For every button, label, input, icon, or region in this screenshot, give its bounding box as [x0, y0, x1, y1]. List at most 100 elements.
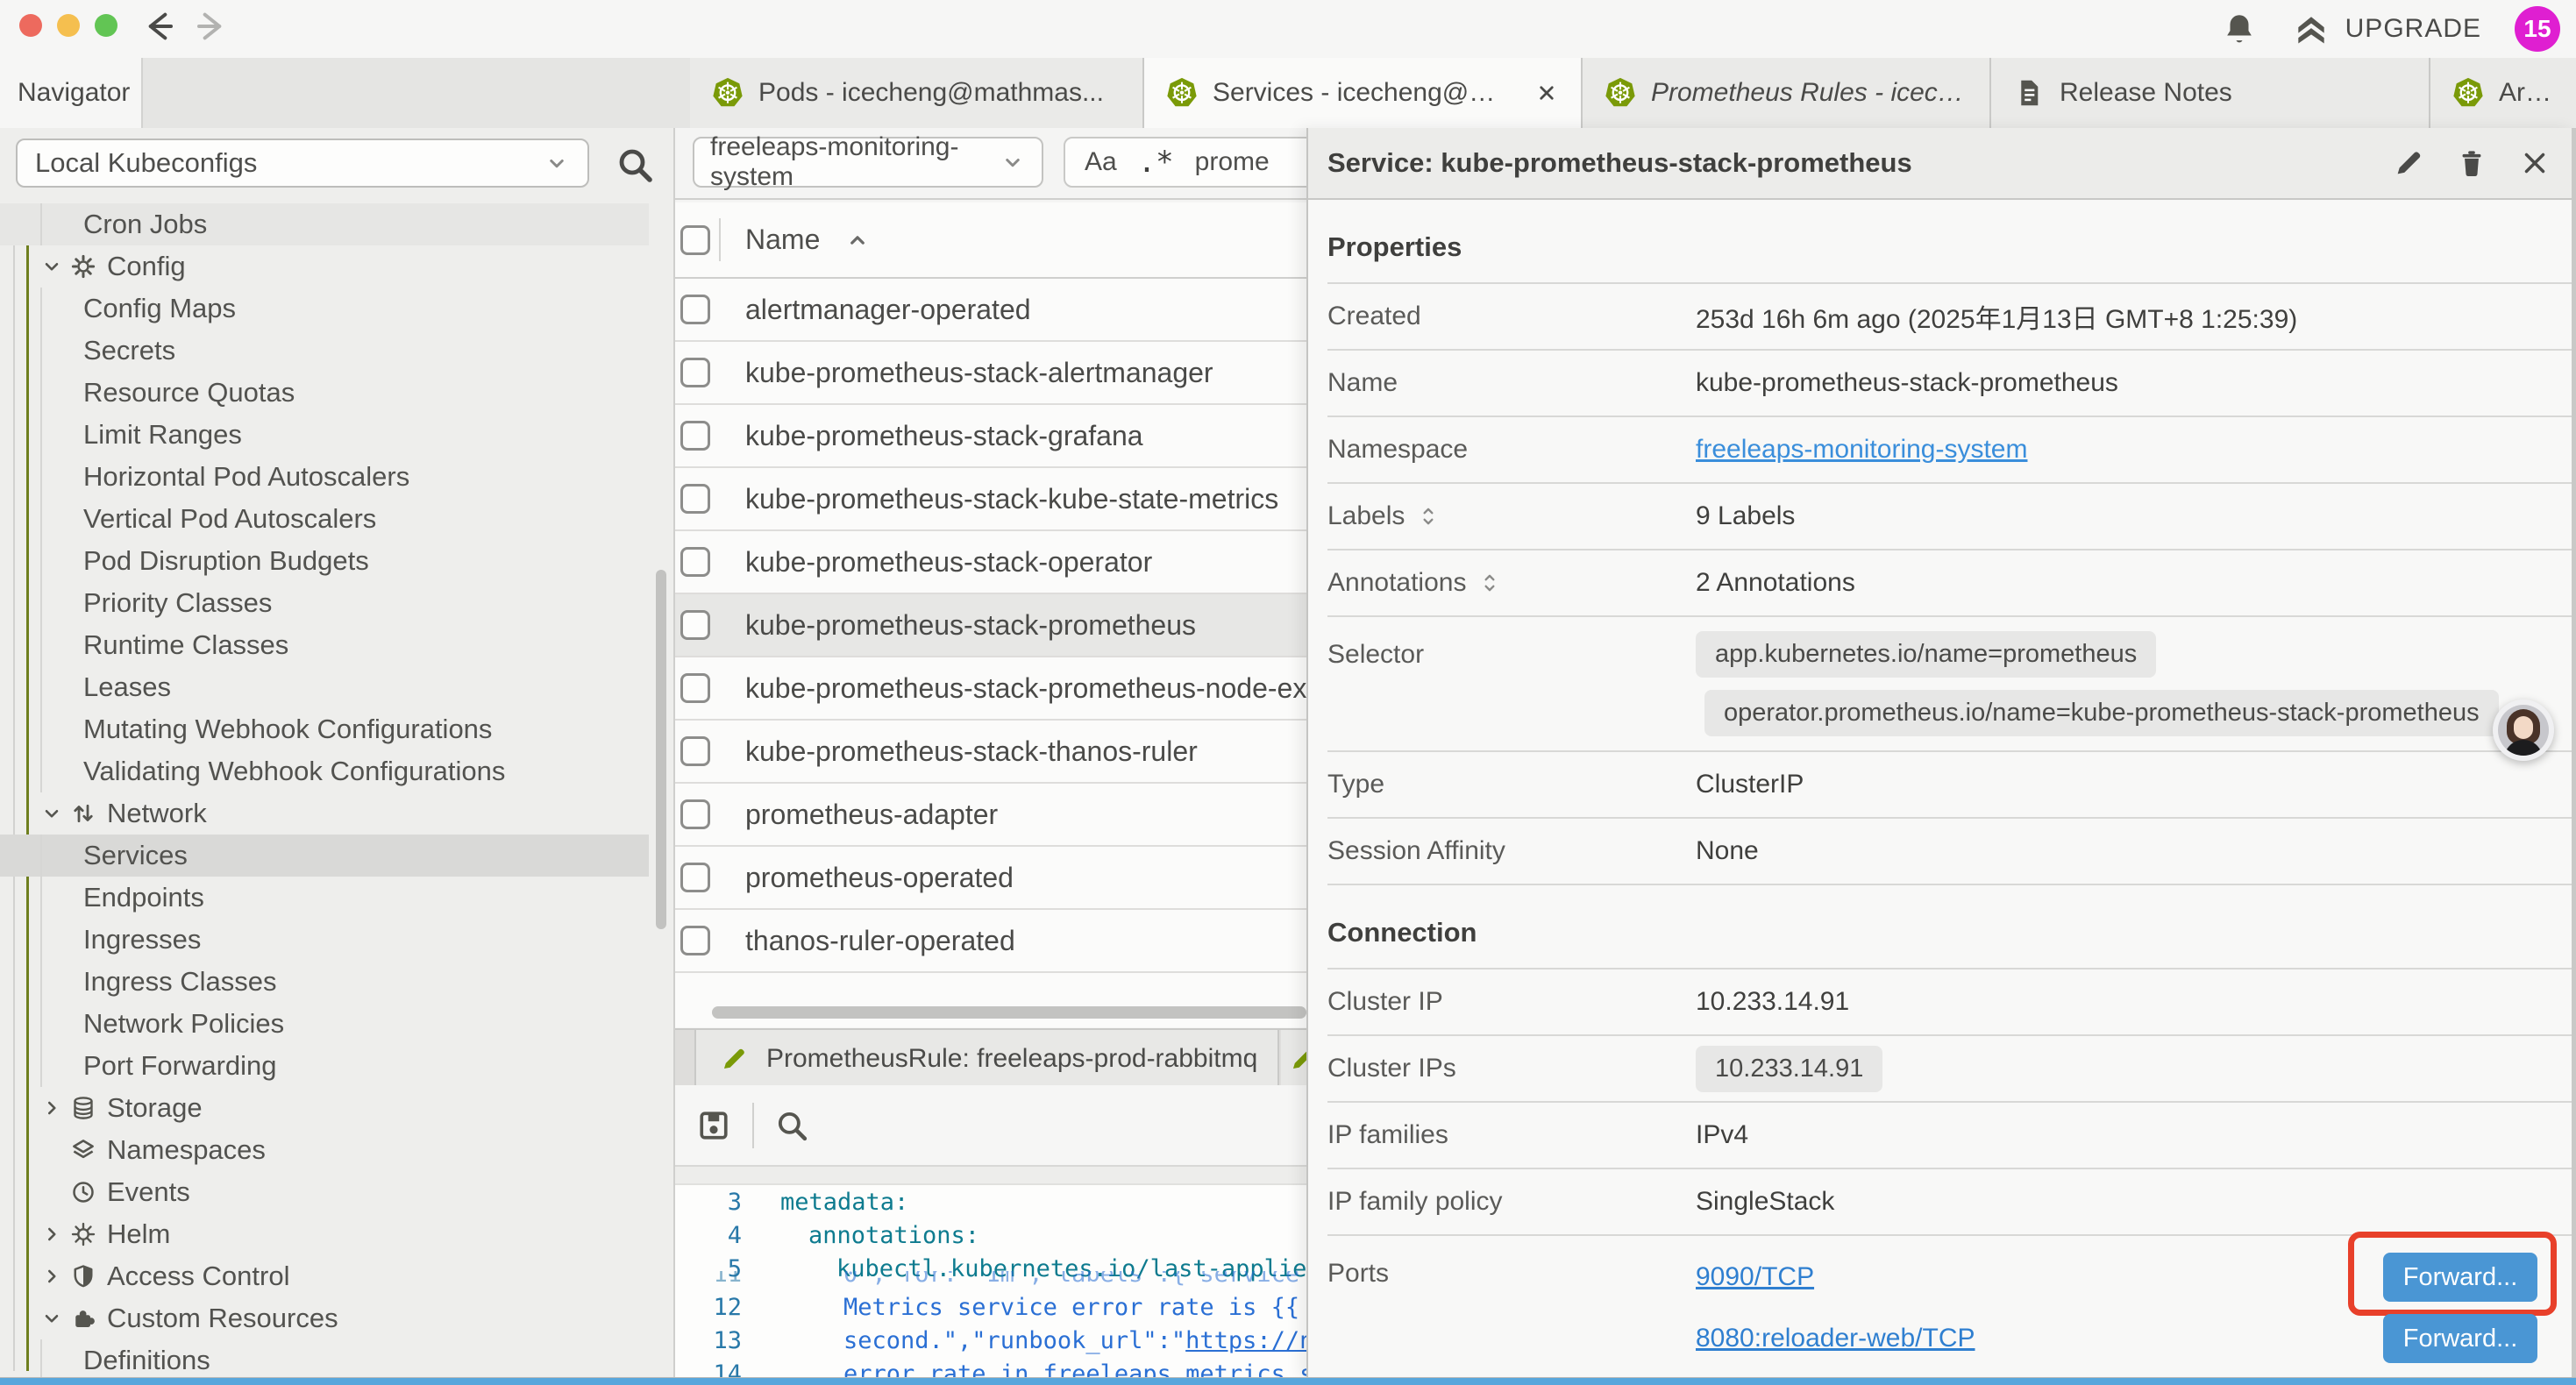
expand-toggle-icon[interactable]: [1478, 572, 1501, 594]
yaml-editor[interactable]: 3metadata:4annotations:5kubectl.kubernet…: [675, 1185, 1306, 1378]
table-row[interactable]: alertmanager-operated: [675, 279, 1306, 342]
save-icon[interactable]: [694, 1106, 733, 1145]
chevron-down-icon[interactable]: [40, 1307, 63, 1330]
tab-pods-icecheng-mathmas[interactable]: Pods - icecheng@mathmas...: [690, 58, 1144, 128]
editor-fold-strip[interactable]: [675, 1167, 1306, 1185]
sidebar-item-secrets[interactable]: Secrets: [0, 330, 649, 372]
sidebar-item-pod-disruption-budgets[interactable]: Pod Disruption Budgets: [0, 540, 649, 582]
bell-icon[interactable]: [2221, 11, 2258, 47]
namespace-link[interactable]: freeleaps-monitoring-system: [1696, 435, 2027, 464]
sidebar-item-network-policies[interactable]: Network Policies: [0, 1003, 649, 1045]
sidebar-item-events[interactable]: Events: [0, 1171, 649, 1213]
sidebar-item-horizontal-pod-autoscalers[interactable]: Horizontal Pod Autoscalers: [0, 456, 649, 498]
sort-asc-icon[interactable]: [844, 227, 871, 253]
row-checkbox[interactable]: [680, 295, 710, 324]
chevron-down-icon[interactable]: [40, 255, 63, 278]
close-tab-icon[interactable]: [1534, 80, 1560, 106]
namespace-select[interactable]: freeleaps-monitoring-system: [693, 137, 1043, 188]
table-row[interactable]: kube-prometheus-stack-kube-state-metrics: [675, 468, 1306, 531]
forward-arrow-icon[interactable]: [195, 9, 230, 44]
select-all-checkbox[interactable]: [680, 225, 710, 255]
port-link[interactable]: 9090/TCP: [1696, 1262, 2383, 1292]
name-column-header[interactable]: Name: [745, 224, 820, 256]
row-checkbox[interactable]: [680, 799, 710, 829]
sidebar-item-port-forwarding[interactable]: Port Forwarding: [0, 1045, 649, 1087]
trash-icon[interactable]: [2455, 146, 2488, 180]
sidebar-item-mutating-webhook-configurations[interactable]: Mutating Webhook Configurations: [0, 708, 649, 750]
close-window-button[interactable]: [19, 14, 42, 37]
table-row[interactable]: thanos-ruler-operated: [675, 910, 1306, 973]
row-checkbox[interactable]: [680, 673, 710, 703]
sidebar-item-access-control[interactable]: Access Control: [0, 1255, 649, 1297]
row-checkbox[interactable]: [680, 421, 710, 451]
sidebar-item-network[interactable]: Network: [0, 792, 649, 835]
sidebar-item-endpoints[interactable]: Endpoints: [0, 877, 649, 919]
row-checkbox[interactable]: [680, 610, 710, 640]
editor-tab-next-partial[interactable]: [1281, 1030, 1306, 1087]
tab-release-notes[interactable]: Release Notes: [1991, 58, 2430, 128]
table-row[interactable]: prometheus-operated: [675, 847, 1306, 910]
kubeconfig-select[interactable]: Local Kubeconfigs: [16, 138, 589, 188]
upgrade-button[interactable]: UPGRADE: [2291, 10, 2481, 48]
sidebar-item-services[interactable]: Services: [0, 835, 649, 877]
row-checkbox[interactable]: [680, 484, 710, 514]
regex-icon[interactable]: .*: [1138, 145, 1174, 180]
sidebar-item-validating-webhook-configurations[interactable]: Validating Webhook Configurations: [0, 750, 649, 792]
table-row[interactable]: prometheus-adapter: [675, 784, 1306, 847]
sidebar-item-ingress-classes[interactable]: Ingress Classes: [0, 961, 649, 1003]
sidebar-item-limit-ranges[interactable]: Limit Ranges: [0, 414, 649, 456]
chevron-right-icon[interactable]: [40, 1223, 63, 1246]
row-checkbox[interactable]: [680, 358, 710, 387]
sidebar-item-cron-jobs[interactable]: Cron Jobs: [0, 203, 649, 245]
minimize-window-button[interactable]: [57, 14, 80, 37]
tab-services-icecheng-math[interactable]: Services - icecheng@math...: [1144, 58, 1583, 128]
zoom-window-button[interactable]: [95, 14, 117, 37]
sidebar-item-resource-quotas[interactable]: Resource Quotas: [0, 372, 649, 414]
sidebar-item-runtime-classes[interactable]: Runtime Classes: [0, 624, 649, 666]
list-horizontal-scrollbar-thumb[interactable]: [712, 1006, 1306, 1019]
forward-button[interactable]: Forward...: [2383, 1314, 2537, 1363]
sidebar-item-custom-resources[interactable]: Custom Resources: [0, 1297, 649, 1339]
table-row[interactable]: kube-prometheus-stack-prometheus-node-ex…: [675, 657, 1306, 721]
row-checkbox[interactable]: [680, 926, 710, 955]
chevron-right-icon[interactable]: [40, 1265, 63, 1288]
close-icon[interactable]: [2518, 146, 2551, 180]
notification-count-badge[interactable]: 15: [2515, 6, 2560, 52]
match-case-icon[interactable]: Aa: [1085, 147, 1117, 177]
table-row[interactable]: kube-prometheus-stack-operator: [675, 531, 1306, 594]
sidebar-item-definitions[interactable]: Definitions: [0, 1339, 649, 1378]
edit-pencil-icon[interactable]: [2392, 146, 2425, 180]
row-checkbox[interactable]: [680, 736, 710, 766]
editor-search-icon[interactable]: [773, 1107, 810, 1144]
sidebar-scrollbar-thumb[interactable]: [656, 570, 666, 929]
sidebar-item-leases[interactable]: Leases: [0, 666, 649, 708]
sidebar-item-helm[interactable]: Helm: [0, 1213, 649, 1255]
editor-tab-prometheusrule[interactable]: PrometheusRule: freeleaps-prod-rabbitmq: [694, 1030, 1279, 1087]
table-row[interactable]: kube-prometheus-stack-alertmanager: [675, 342, 1306, 405]
tab-prometheus-rules-icecheng[interactable]: Prometheus Rules - icecheng...: [1583, 58, 1991, 128]
sidebar-item-config-maps[interactable]: Config Maps: [0, 288, 649, 330]
sidebar-item-ingresses[interactable]: Ingresses: [0, 919, 649, 961]
runbook-url-link[interactable]: https://net: [1185, 1327, 1306, 1354]
list-search-input[interactable]: Aa .* prome: [1064, 137, 1306, 188]
back-arrow-icon[interactable]: [140, 9, 175, 44]
tab-argo-se[interactable]: Argo Se: [2430, 58, 2576, 128]
sidebar-item-priority-classes[interactable]: Priority Classes: [0, 582, 649, 624]
sidebar-item-storage[interactable]: Storage: [0, 1087, 649, 1129]
sidebar-item-vertical-pod-autoscalers[interactable]: Vertical Pod Autoscalers: [0, 498, 649, 540]
chevron-right-icon[interactable]: [40, 1097, 63, 1119]
table-row[interactable]: kube-prometheus-stack-prometheus: [675, 594, 1306, 657]
assistant-avatar[interactable]: [2493, 700, 2554, 761]
sidebar-item-config[interactable]: Config: [0, 245, 649, 288]
forward-button[interactable]: Forward...: [2383, 1253, 2537, 1302]
tab-navigator[interactable]: Navigator: [0, 58, 143, 128]
row-checkbox[interactable]: [680, 863, 710, 892]
chevron-down-icon[interactable]: [40, 802, 63, 825]
row-checkbox[interactable]: [680, 547, 710, 577]
table-row[interactable]: kube-prometheus-stack-grafana: [675, 405, 1306, 468]
sidebar-search-icon[interactable]: [614, 144, 656, 186]
expand-toggle-icon[interactable]: [1417, 505, 1440, 528]
port-link[interactable]: 8080:reloader-web/TCP: [1696, 1324, 2383, 1353]
table-row[interactable]: kube-prometheus-stack-thanos-ruler: [675, 721, 1306, 784]
sidebar-item-namespaces[interactable]: Namespaces: [0, 1129, 649, 1171]
